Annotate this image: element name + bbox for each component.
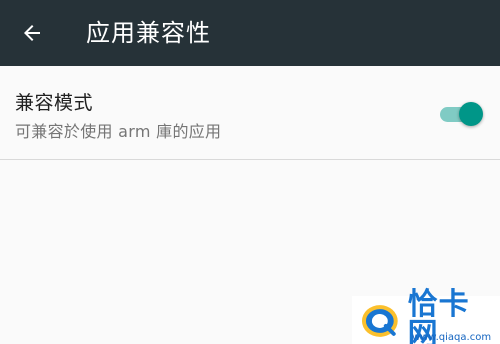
- page-title: 应用兼容性: [86, 19, 211, 47]
- compat-mode-toggle[interactable]: [438, 101, 484, 127]
- screen: 应用兼容性 兼容模式 可兼容於使用 arm 庫的应用 恰卡网 www.qiaqa…: [0, 0, 500, 344]
- arrow-back-icon: [24, 25, 40, 41]
- toggle-thumb: [459, 102, 483, 126]
- app-bar: 应用兼容性: [0, 0, 500, 66]
- back-button[interactable]: [14, 15, 50, 51]
- setting-title: 兼容模式: [15, 92, 94, 114]
- setting-row-compat-mode[interactable]: 兼容模式 可兼容於使用 arm 庫的应用: [0, 66, 500, 160]
- qiaqa-logo-icon: [361, 305, 398, 337]
- divider: [0, 159, 500, 160]
- watermark-url: www.qiaqa.com: [412, 332, 492, 343]
- setting-summary: 可兼容於使用 arm 庫的应用: [15, 122, 222, 141]
